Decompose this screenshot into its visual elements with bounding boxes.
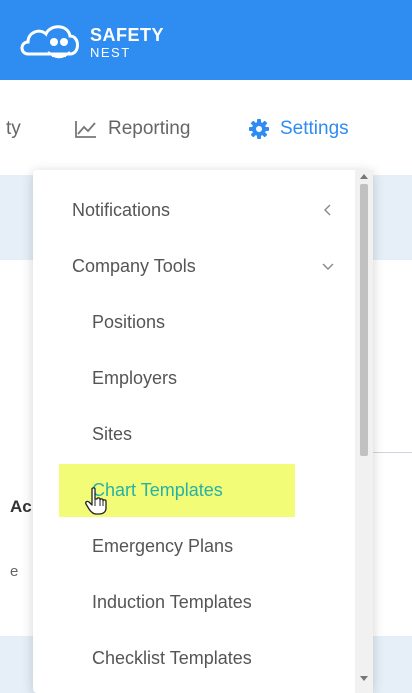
brand-name: SAFETY NEST	[90, 26, 164, 59]
background-heading-partial: Ac	[10, 497, 32, 516]
nav-item-settings-label: Settings	[280, 118, 349, 139]
nav-item-reporting[interactable]: Reporting	[74, 118, 190, 140]
menu-item-label: Emergency Plans	[92, 535, 234, 556]
menu-item-label: Company Tools	[72, 255, 196, 276]
menu-item-label: Checklist Templates	[92, 647, 252, 668]
menu-item-notifications[interactable]: Notifications	[33, 182, 353, 238]
nav-item-partial[interactable]: ty	[6, 118, 21, 140]
menu-item-checklist-templates[interactable]: Checklist Templates	[33, 630, 353, 686]
menu-item-company-tools[interactable]: Company Tools	[33, 238, 353, 294]
nav-item-settings[interactable]: Settings	[248, 118, 349, 140]
menu-item-label: Induction Templates	[92, 591, 252, 612]
chart-line-icon	[74, 119, 98, 139]
menu-item-label: Chart Templates	[92, 479, 223, 500]
nav-item-partial-label: ty	[6, 118, 21, 139]
nav-item-reporting-label: Reporting	[108, 118, 191, 139]
owl-cloud-logo-icon[interactable]	[18, 16, 84, 66]
scrollbar-thumb[interactable]	[360, 184, 368, 456]
menu-item-label: Sites	[92, 423, 133, 444]
menu-item-positions[interactable]: Positions	[33, 294, 353, 350]
scroll-up-arrow-icon[interactable]	[360, 172, 368, 180]
background-text-partial: e	[10, 563, 19, 580]
app-header: SAFETY NEST	[0, 0, 412, 80]
menu-item-label: Positions	[92, 311, 166, 332]
background-divider	[372, 452, 412, 453]
chevron-left-icon	[303, 204, 353, 216]
gear-icon	[248, 118, 270, 140]
top-nav: ty Reporting Settings	[0, 80, 412, 175]
brand-line1: SAFETY	[90, 25, 165, 45]
menu-item-label: Employers	[92, 367, 178, 388]
chevron-down-icon	[303, 261, 353, 271]
menu-scrollbar[interactable]	[355, 170, 373, 693]
settings-dropdown-menu: Notifications Company Tools Positions Em…	[33, 170, 373, 693]
menu-item-chart-templates[interactable]: Chart Templates	[33, 462, 353, 518]
scroll-down-arrow-icon[interactable]	[360, 675, 368, 683]
brand-line2: NEST	[90, 45, 131, 60]
menu-item-sites[interactable]: Sites	[33, 406, 353, 462]
menu-item-induction-templates[interactable]: Induction Templates	[33, 574, 353, 630]
menu-item-employers[interactable]: Employers	[33, 350, 353, 406]
hand-pointer-cursor-icon	[85, 487, 107, 515]
menu-item-label: Notifications	[72, 199, 171, 220]
menu-item-emergency-plans[interactable]: Emergency Plans	[33, 518, 353, 574]
